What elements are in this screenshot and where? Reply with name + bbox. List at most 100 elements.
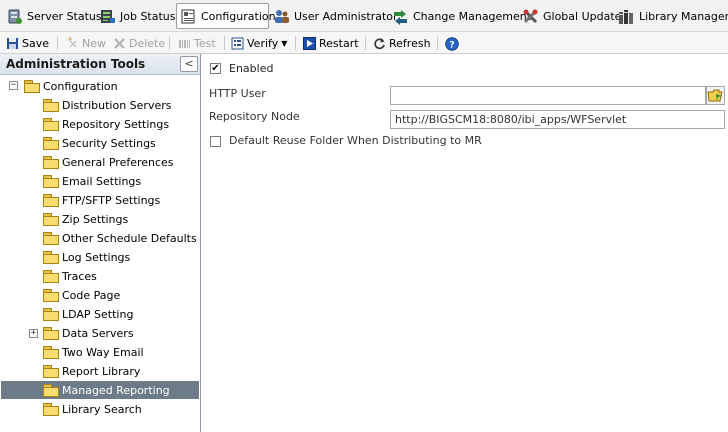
folder-icon — [43, 137, 59, 150]
tab-label: User Administrator — [294, 9, 398, 23]
tree-node-label: Security Settings — [62, 136, 156, 150]
folder-icon — [43, 194, 59, 207]
tab-user-administrator[interactable]: User Administrator — [270, 3, 401, 29]
tree-node-label: Library Search — [62, 402, 142, 416]
folder-icon — [43, 118, 59, 131]
delete-button[interactable]: Delete — [113, 34, 165, 52]
save-button[interactable]: Save — [6, 34, 49, 52]
collapse-panel-button[interactable]: < — [180, 56, 198, 72]
toolbar-separator — [295, 36, 296, 50]
repository-node-label: Repository Node — [209, 110, 300, 123]
tree-node-two-way-email[interactable]: Two Way Email — [43, 343, 144, 361]
refresh-icon — [373, 37, 386, 50]
tree-node-repository-settings[interactable]: Repository Settings — [43, 115, 169, 133]
tab-label: Configuration — [201, 9, 276, 23]
tab-configuration[interactable]: Configuration — [176, 3, 276, 29]
job-status-icon — [99, 8, 116, 25]
tree-node-zip-settings[interactable]: Zip Settings — [43, 210, 128, 228]
folder-icon — [43, 327, 59, 340]
tab-change-management[interactable]: Change Management — [389, 3, 534, 29]
delete-icon — [113, 37, 126, 50]
help-button[interactable]: ? — [445, 34, 459, 52]
tree-node-distribution-servers[interactable]: Distribution Servers — [43, 96, 171, 114]
tree-node-report-library[interactable]: Report Library — [43, 362, 140, 380]
tab-global-update[interactable]: Global Update — [519, 3, 624, 29]
reuse-folder-checkbox[interactable] — [210, 136, 221, 147]
folder-icon — [43, 99, 59, 112]
expand-node-icon[interactable]: + — [29, 329, 38, 338]
verify-icon — [231, 37, 244, 50]
test-button[interactable]: Test — [178, 34, 216, 52]
folder-icon — [43, 251, 59, 264]
tree-node-label: Distribution Servers — [62, 98, 172, 112]
panel-header: Administration Tools < — [0, 54, 200, 75]
configuration-form: ✔ Enabled HTTP User Repository Node http… — [202, 54, 728, 432]
new-button[interactable]: New — [66, 34, 106, 52]
tree-node-log-settings[interactable]: Log Settings — [43, 248, 130, 266]
tree-node-ldap-setting[interactable]: LDAP Setting — [43, 305, 133, 323]
tree-node-label: Managed Reporting — [62, 383, 170, 397]
folder-icon — [43, 270, 59, 283]
tree-node-label: Email Settings — [62, 174, 142, 188]
test-label: Test — [194, 36, 216, 50]
tab-label: Library Manager — [639, 9, 728, 23]
tree-node-label: Other Schedule Defaults — [62, 231, 197, 245]
toolbar-separator — [437, 36, 438, 50]
tree-node-label: Two Way Email — [62, 345, 144, 359]
tree-node-other-schedule-defaults[interactable]: Other Schedule Defaults — [43, 229, 197, 247]
tree-node-label: Traces — [62, 269, 97, 283]
configuration-icon — [180, 8, 197, 25]
tree-node-general-preferences[interactable]: General Preferences — [43, 153, 174, 171]
tree-node-label: Repository Settings — [62, 117, 170, 131]
panel-title: Administration Tools — [6, 57, 146, 71]
tree-node-ftp-sftp-settings[interactable]: FTP/SFTP Settings — [43, 191, 160, 209]
user-admin-icon — [273, 8, 290, 25]
top-tab-bar: Server Status Job Status Configuration U… — [0, 0, 728, 32]
tab-label: Global Update — [543, 9, 622, 23]
collapse-node-icon[interactable]: − — [9, 81, 18, 90]
tree-node-data-servers[interactable]: Data Servers — [43, 324, 134, 342]
tree-node-label: Configuration — [43, 79, 118, 93]
browse-button[interactable] — [706, 86, 725, 105]
tab-job-status[interactable]: Job Status — [96, 3, 179, 29]
refresh-button[interactable]: Refresh — [373, 34, 431, 52]
tab-library-manager[interactable]: Library Manager — [615, 3, 728, 29]
tree-node-security-settings[interactable]: Security Settings — [43, 134, 156, 152]
tree-node-email-settings[interactable]: Email Settings — [43, 172, 141, 190]
restart-button[interactable]: Restart — [303, 34, 359, 52]
http-user-input[interactable] — [390, 86, 706, 105]
reuse-folder-label: Default Reuse Folder When Distributing t… — [229, 134, 482, 147]
tree-node-traces[interactable]: Traces — [43, 267, 97, 285]
verify-dropdown[interactable]: Verify ▼ — [231, 34, 287, 52]
tab-label: Job Status — [120, 9, 176, 23]
chevron-down-icon: ▼ — [281, 38, 288, 48]
tree-node-label: LDAP Setting — [62, 307, 134, 321]
toolbar-separator — [365, 36, 366, 50]
repository-node-input[interactable]: http://BIGSCM18:8080/ibi_apps/WFServlet — [390, 110, 725, 129]
change-management-icon — [392, 8, 409, 25]
folder-icon — [43, 232, 59, 245]
global-update-icon — [522, 8, 539, 25]
folder-icon — [43, 308, 59, 321]
tab-server-status[interactable]: Server Status — [3, 3, 105, 29]
save-label: Save — [22, 36, 50, 50]
toolbar-separator — [169, 36, 170, 50]
tree-node-label: Log Settings — [62, 250, 131, 264]
enabled-checkbox[interactable]: ✔ — [210, 63, 221, 74]
tree-node-managed-reporting[interactable]: Managed Reporting — [1, 381, 199, 399]
folder-icon — [24, 80, 40, 93]
tab-label: Server Status — [27, 9, 102, 23]
tree-node-code-page[interactable]: Code Page — [43, 286, 120, 304]
enabled-label: Enabled — [229, 62, 274, 75]
tree-node-label: Data Servers — [62, 326, 134, 340]
library-manager-icon — [618, 8, 635, 25]
tree-node-label: Code Page — [62, 288, 121, 302]
verify-label: Verify — [247, 36, 279, 50]
tree-node-configuration[interactable]: Configuration — [24, 77, 118, 95]
tree-node-label: Zip Settings — [62, 212, 129, 226]
folder-icon — [43, 365, 59, 378]
tree-node-library-search[interactable]: Library Search — [43, 400, 142, 418]
folder-icon — [43, 346, 59, 359]
administration-tools-panel: Administration Tools < − Configuration D… — [0, 54, 201, 432]
refresh-label: Refresh — [389, 36, 431, 50]
